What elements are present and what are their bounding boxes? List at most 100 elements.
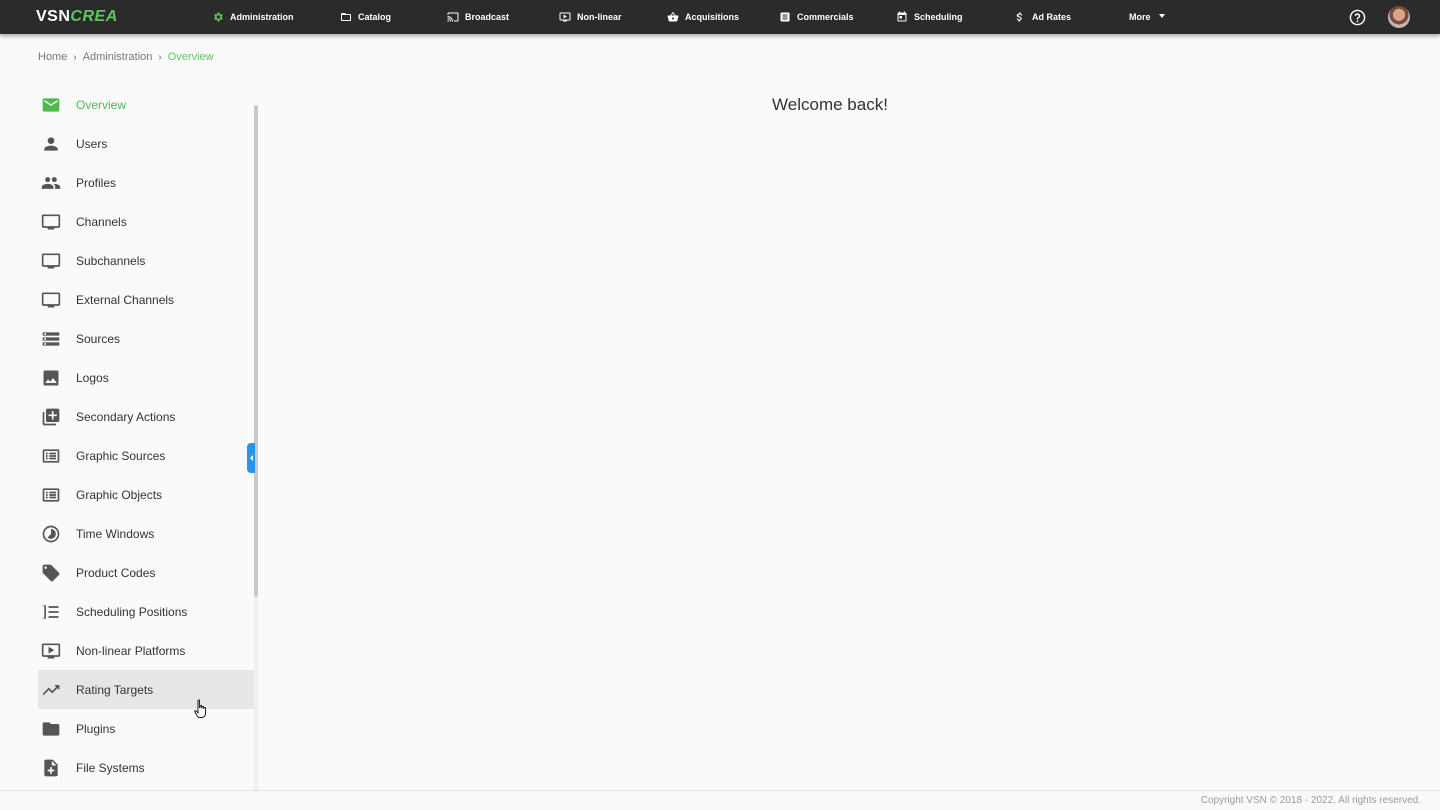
sidebar-item-label: Subchannels <box>76 253 146 268</box>
nav-commercials[interactable]: Commercials <box>779 0 854 34</box>
sidebar-item-secondary-actions[interactable]: Secondary Actions <box>38 397 254 436</box>
calendar-icon <box>897 11 907 22</box>
tag-icon <box>41 563 61 583</box>
monitor-icon <box>41 251 61 271</box>
sidebar-item-graphic-objects[interactable]: Graphic Objects <box>38 475 254 514</box>
nav-scheduling[interactable]: Scheduling <box>896 0 963 34</box>
logo-secondary: CREA <box>70 8 118 25</box>
chevron-down-icon <box>1158 14 1165 18</box>
user-avatar[interactable] <box>1388 6 1410 28</box>
people-icon <box>41 173 61 193</box>
library-icon <box>41 407 61 427</box>
sidebar-item-product-codes[interactable]: Product Codes <box>38 553 254 592</box>
sidebar-item-overview[interactable]: Overview <box>38 85 254 124</box>
sidebar-item-profiles[interactable]: Profiles <box>38 163 254 202</box>
nav-label: Catalog <box>358 12 392 22</box>
sidebar-item-label: Sources <box>76 331 121 346</box>
sidebar-item-rating-targets[interactable]: Rating Targets <box>38 670 254 709</box>
person-icon <box>41 134 61 154</box>
image-icon <box>41 368 61 388</box>
cast-icon <box>447 12 459 22</box>
sidebar-item-label: External Channels <box>76 292 175 307</box>
subtitles-icon <box>41 446 61 466</box>
sidebar-item-scheduling-positions[interactable]: Scheduling Positions <box>38 592 254 631</box>
breadcrumb-current: Overview <box>167 51 214 63</box>
mail-icon <box>41 95 61 115</box>
play-box-icon <box>41 641 61 661</box>
sidebar-item-label: Time Windows <box>76 526 155 541</box>
monitor-icon <box>41 290 61 310</box>
trending-up-icon <box>41 680 61 700</box>
sidebar-item-external-channels[interactable]: External Channels <box>38 280 254 319</box>
chevron-right-icon: › <box>73 51 77 63</box>
sidebar-item-plugins[interactable]: Plugins <box>38 709 254 748</box>
footer-copyright: Copyright VSN © 2018 - 2022. All rights … <box>1200 795 1421 806</box>
sidebar-item-label: File Systems <box>76 760 145 775</box>
nav-acquisitions[interactable]: Acquisitions <box>667 0 739 34</box>
sidebar-item-subchannels[interactable]: Subchannels <box>38 241 254 280</box>
breadcrumb-home[interactable]: Home <box>38 51 67 63</box>
chevron-right-icon: › <box>158 51 162 63</box>
list-icon <box>780 12 790 22</box>
welcome-message: Welcome back! <box>772 95 888 114</box>
nav-administration[interactable]: Administration <box>212 0 294 34</box>
play-box-icon <box>559 12 571 22</box>
logo-primary: VSN <box>36 8 71 25</box>
nav-broadcast[interactable]: Broadcast <box>447 0 509 34</box>
subtitles-icon <box>41 485 61 505</box>
sidebar-item-label: Channels <box>76 214 127 229</box>
nav-more[interactable]: More <box>1129 0 1165 34</box>
help-circle-icon[interactable] <box>1349 9 1366 26</box>
folder-icon <box>341 13 351 21</box>
sidebar-item-graphic-sources[interactable]: Graphic Sources <box>38 436 254 475</box>
monitor-icon <box>41 212 61 232</box>
sidebar: Overview Users Profiles Channels Subchan… <box>38 85 254 790</box>
file-add-icon <box>41 758 61 778</box>
sidebar-item-label: Graphic Sources <box>76 448 166 463</box>
nav-label: Acquisitions <box>685 12 740 22</box>
sidebar-item-label: Profiles <box>76 175 117 190</box>
sidebar-item-non-linear-platforms[interactable]: Non-linear Platforms <box>38 631 254 670</box>
sidebar-item-users[interactable]: Users <box>38 124 254 163</box>
sidebar-item-label: Overview <box>76 97 127 112</box>
app-logo[interactable]: VSNCREA <box>36 8 118 26</box>
sidebar-item-label: Non-linear Platforms <box>76 643 186 658</box>
nav-catalog[interactable]: Catalog <box>340 0 391 34</box>
nav-non-linear[interactable]: Non-linear <box>559 0 622 34</box>
footer-divider <box>0 790 1440 791</box>
hand-cursor-icon <box>194 699 207 718</box>
nav-label: Ad Rates <box>1032 12 1072 22</box>
basket-icon <box>667 12 679 22</box>
folder-icon <box>41 719 61 739</box>
sidebar-item-time-windows[interactable]: Time Windows <box>38 514 254 553</box>
chevron-left-icon <box>249 455 253 461</box>
sidebar-item-label: Graphic Objects <box>76 487 163 502</box>
timelapse-icon <box>41 524 61 544</box>
breadcrumb: Home › Administration › Overview <box>38 51 214 63</box>
breadcrumb-administration[interactable]: Administration <box>83 51 153 63</box>
nav-label: Commercials <box>797 12 854 22</box>
sidebar-item-label: Plugins <box>76 721 116 736</box>
nav-label: Scheduling <box>914 12 963 22</box>
nav-label: Broadcast <box>465 12 510 22</box>
top-navbar: VSNCREA Administration Catalog Broadcast… <box>0 0 1440 34</box>
sidebar-item-label: Logos <box>76 370 109 385</box>
sidebar-item-channels[interactable]: Channels <box>38 202 254 241</box>
sidebar-item-label: Users <box>76 136 108 151</box>
nav-label: Non-linear <box>577 12 622 22</box>
ordered-list-icon <box>41 602 61 622</box>
sidebar-collapse-button[interactable] <box>247 443 255 473</box>
sidebar-item-label: Secondary Actions <box>76 409 176 424</box>
nav-label: More <box>1129 12 1151 22</box>
sidebar-item-label: Product Codes <box>76 565 156 580</box>
storage-icon <box>41 329 61 349</box>
sidebar-item-file-systems[interactable]: File Systems <box>38 748 254 787</box>
sidebar-item-logos[interactable]: Logos <box>38 358 254 397</box>
nav-ad-rates[interactable]: Ad Rates <box>1014 0 1071 34</box>
sidebar-scrollbar-thumb[interactable] <box>254 105 258 597</box>
sidebar-item-label: Rating Targets <box>76 682 154 697</box>
gear-icon <box>214 12 223 22</box>
nav-label: Administration <box>230 12 294 22</box>
sidebar-item-sources[interactable]: Sources <box>38 319 254 358</box>
sidebar-item-label: Scheduling Positions <box>76 604 188 619</box>
